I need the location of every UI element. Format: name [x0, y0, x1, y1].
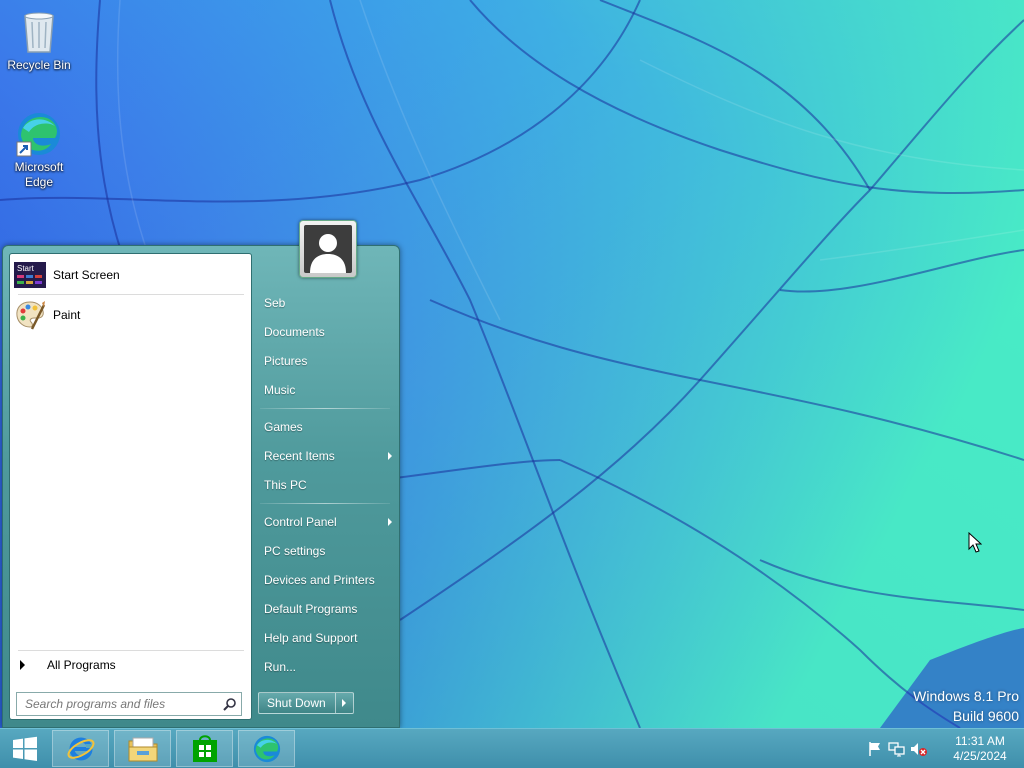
- shutdown-button[interactable]: Shut Down: [258, 692, 336, 714]
- start-screen-icon-text: Start: [17, 264, 35, 273]
- start-menu-link-pictures[interactable]: Pictures: [264, 350, 392, 372]
- submenu-arrow-icon: [388, 452, 392, 460]
- internet-explorer-icon: [67, 737, 94, 760]
- volume-muted-icon[interactable]: [908, 739, 930, 759]
- link-label: Games: [264, 420, 303, 434]
- watermark-build: Build 9600: [952, 708, 1019, 724]
- network-icon[interactable]: [886, 739, 908, 759]
- taskbar-internet-explorer[interactable]: [52, 730, 109, 767]
- start-menu-item-label: Start Screen: [53, 268, 120, 282]
- start-menu-item-label: Paint: [53, 308, 81, 322]
- desktop-icon-label: Recycle Bin: [7, 58, 71, 72]
- edge-icon: [253, 735, 280, 762]
- start-menu-programs-pane: Start Start Screen Paint All Programs Se…: [9, 253, 252, 720]
- action-center-flag-icon[interactable]: [864, 739, 886, 759]
- right-pane-separator: [260, 503, 390, 504]
- recycle-bin-icon: [15, 8, 63, 56]
- start-menu-link-pc-settings[interactable]: PC settings: [264, 540, 392, 562]
- start-menu-link-user[interactable]: Seb: [264, 292, 392, 314]
- start-menu-item-paint[interactable]: Paint: [13, 296, 249, 334]
- shutdown-control: Shut Down: [258, 692, 354, 714]
- all-programs-separator: [18, 650, 244, 651]
- mouse-cursor-icon: [968, 532, 982, 553]
- taskbar-clock[interactable]: 11:31 AM 4/25/2024: [936, 734, 1024, 764]
- start-menu-link-control-panel[interactable]: Control Panel: [264, 511, 392, 533]
- clock-date: 4/25/2024: [953, 748, 1007, 763]
- start-menu-link-documents[interactable]: Documents: [264, 321, 392, 343]
- start-menu-link-this-pc[interactable]: This PC: [264, 474, 392, 496]
- search-icon[interactable]: [223, 697, 237, 711]
- user-silhouette-icon: [310, 234, 346, 273]
- link-label: PC settings: [264, 544, 326, 558]
- taskbar: 11:31 AM 4/25/2024: [0, 728, 1024, 768]
- expand-arrow-icon: [20, 660, 25, 670]
- link-label: Pictures: [264, 354, 308, 368]
- taskbar-microsoft-edge[interactable]: [238, 730, 295, 767]
- link-label: Recent Items: [264, 449, 335, 463]
- link-label: Run...: [264, 660, 297, 674]
- clock-time: 11:31 AM: [955, 733, 1005, 748]
- link-label: Control Panel: [264, 515, 337, 529]
- start-menu-link-devices-and-printers[interactable]: Devices and Printers: [264, 569, 392, 591]
- link-label: Music: [264, 383, 296, 397]
- link-label: Documents: [264, 325, 325, 339]
- file-explorer-icon: [128, 737, 157, 761]
- start-menu-link-default-programs[interactable]: Default Programs: [264, 598, 392, 620]
- right-pane-separator: [260, 408, 390, 409]
- start-search-input[interactable]: [23, 696, 223, 712]
- start-menu-link-recent-items[interactable]: Recent Items: [264, 445, 392, 467]
- start-screen-icon: Start: [13, 258, 47, 292]
- link-label: Help and Support: [264, 631, 358, 645]
- user-avatar[interactable]: [299, 220, 357, 278]
- start-menu-link-help-and-support[interactable]: Help and Support: [264, 627, 392, 649]
- shutdown-options-button[interactable]: [336, 692, 354, 714]
- edge-icon: [15, 110, 63, 158]
- all-programs-button[interactable]: All Programs: [20, 658, 116, 672]
- start-menu: Start Start Screen Paint All Programs Se…: [2, 220, 400, 728]
- desktop-icon-label: Microsoft Edge: [14, 160, 64, 189]
- watermark-edition: Windows 8.1 Pro: [913, 688, 1019, 704]
- start-menu-item-start-screen[interactable]: Start Start Screen: [13, 256, 249, 294]
- desktop-icon-recycle-bin[interactable]: Recycle Bin: [3, 8, 75, 73]
- all-programs-label: All Programs: [47, 658, 116, 672]
- desktop-icon-microsoft-edge[interactable]: Microsoft Edge: [3, 110, 75, 190]
- start-menu-link-music[interactable]: Music: [264, 379, 392, 401]
- paint-palette-icon: [13, 298, 47, 332]
- system-tray: 11:31 AM 4/25/2024: [864, 729, 1024, 768]
- start-menu-link-run[interactable]: Run...: [264, 656, 392, 678]
- link-label: Devices and Printers: [264, 573, 375, 587]
- taskbar-file-explorer[interactable]: [114, 730, 171, 767]
- windows-logo-icon: [13, 736, 37, 761]
- start-menu-link-games[interactable]: Games: [264, 416, 392, 438]
- link-label: This PC: [264, 478, 307, 492]
- taskbar-store[interactable]: [176, 730, 233, 767]
- start-search-box[interactable]: [16, 692, 242, 716]
- pinned-separator: [18, 294, 244, 295]
- link-label: Default Programs: [264, 602, 358, 616]
- link-label: Seb: [264, 296, 286, 310]
- store-icon: [192, 734, 217, 762]
- start-button[interactable]: [0, 729, 50, 768]
- os-version-watermark: Windows 8.1 Pro Build 9600: [913, 686, 1019, 726]
- submenu-arrow-icon: [388, 518, 392, 526]
